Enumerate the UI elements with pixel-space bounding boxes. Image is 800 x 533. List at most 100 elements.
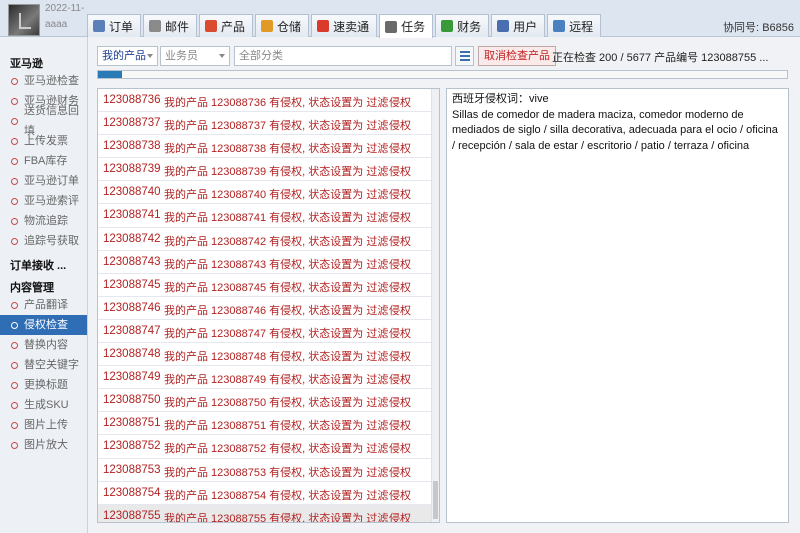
salesperson-select[interactable]: 业务员 bbox=[160, 46, 230, 66]
sidebar-group-amazon[interactable]: 亚马逊 bbox=[0, 51, 87, 71]
list-item[interactable]: 123088741 我的产品 123088741 有侵权, 状态设置为 过滤 侵权 bbox=[98, 204, 439, 228]
sidebar-item-label: 上传发票 bbox=[24, 135, 68, 147]
sidebar-item-label: 追踪号获取 bbox=[24, 235, 79, 247]
sidebar-item[interactable]: 亚马逊检查 bbox=[0, 71, 87, 91]
bullet-icon bbox=[11, 197, 18, 205]
header-date: 2022-11-16 bbox=[45, 3, 85, 14]
list-item[interactable]: 123088736 我的产品 123088736 有侵权, 状态设置为 过滤 侵权 bbox=[98, 89, 439, 113]
bullet-icon bbox=[11, 341, 18, 349]
result-message: 我的产品 123088752 有侵权, 状态设置为 过滤 bbox=[164, 443, 389, 456]
scroll-thumb[interactable] bbox=[433, 481, 438, 519]
sidebar-item[interactable]: 追踪号获取 bbox=[0, 231, 87, 251]
list-item[interactable]: 123088749 我的产品 123088749 有侵权, 状态设置为 过滤 侵权 bbox=[98, 366, 439, 390]
sidebar-item[interactable]: 侵权检查 bbox=[0, 315, 87, 335]
user-icon bbox=[497, 20, 510, 32]
list-item[interactable]: 123088747 我的产品 123088747 有侵权, 状态设置为 过滤 侵权 bbox=[98, 320, 439, 344]
tab-label: 仓储 bbox=[277, 19, 302, 34]
list-scrollbar[interactable] bbox=[431, 89, 439, 522]
tab-mail[interactable]: 邮件 bbox=[143, 14, 198, 37]
tab-label: 用户 bbox=[513, 19, 538, 34]
result-message: 我的产品 123088754 有侵权, 状态设置为 过滤 bbox=[164, 489, 389, 502]
result-message: 我的产品 123088755 有侵权, 状态设置为 过滤 bbox=[164, 512, 389, 523]
sidebar-item-label: 产品翻译 bbox=[24, 299, 68, 311]
bullet-icon bbox=[11, 117, 18, 125]
infringement-tag: 侵权 bbox=[389, 212, 411, 225]
tab-remote[interactable]: 远程 bbox=[547, 14, 602, 37]
list-item[interactable]: 123088745 我的产品 123088745 有侵权, 状态设置为 过滤 侵权 bbox=[98, 274, 439, 297]
sidebar-item[interactable]: 替换内容 bbox=[0, 335, 87, 355]
tab-label: 速卖通 bbox=[333, 19, 370, 34]
sidebar-item-label: 侵权检查 bbox=[24, 319, 68, 331]
product-id: 123088747 bbox=[103, 324, 161, 337]
infringing-word-title: 西班牙侵权词：vive bbox=[452, 93, 549, 105]
sidebar-item[interactable]: 产品翻译 bbox=[0, 295, 87, 315]
tab-aliexpress[interactable]: 速卖通 bbox=[311, 14, 378, 37]
result-message: 我的产品 123088743 有侵权, 状态设置为 过滤 bbox=[164, 258, 389, 271]
list-item[interactable]: 123088750 我的产品 123088750 有侵权, 状态设置为 过滤 侵权 bbox=[98, 389, 439, 413]
list-item[interactable]: 123088738 我的产品 123088738 有侵权, 状态设置为 过滤 侵权 bbox=[98, 135, 439, 159]
product-id: 123088740 bbox=[103, 186, 161, 199]
tab-finance[interactable]: 财务 bbox=[435, 14, 490, 37]
sidebar-item[interactable]: 送货信息回填 bbox=[0, 105, 87, 137]
sidebar-item-label: 物流追踪 bbox=[24, 215, 68, 227]
sidebar-item[interactable]: 生成SKU bbox=[0, 395, 87, 415]
product-select[interactable]: 我的产品 bbox=[97, 46, 158, 66]
bullet-icon bbox=[11, 401, 18, 409]
tab-label: 产品 bbox=[221, 19, 246, 34]
list-item[interactable]: 123088739 我的产品 123088739 有侵权, 状态设置为 过滤 侵权 bbox=[98, 158, 439, 182]
bullet-icon bbox=[11, 321, 18, 329]
sidebar-item[interactable]: 物流追踪 bbox=[0, 211, 87, 231]
sidebar-group-order-receive[interactable]: 订单接收 ... bbox=[0, 253, 87, 273]
list-item[interactable]: 123088748 我的产品 123088748 有侵权, 状态设置为 过滤 侵权 bbox=[98, 343, 439, 367]
list-item[interactable]: 123088752 我的产品 123088752 有侵权, 状态设置为 过滤 侵权 bbox=[98, 435, 439, 459]
detail-panel[interactable]: 西班牙侵权词：vive Sillas de comedor de madera … bbox=[446, 88, 789, 523]
sidebar-group-content[interactable]: 内容管理 bbox=[0, 275, 87, 295]
list-item[interactable]: 123088743 我的产品 123088743 有侵权, 状态设置为 过滤 侵权 bbox=[98, 251, 439, 274]
list-item[interactable]: 123088737 我的产品 123088737 有侵权, 状态设置为 过滤 侵权 bbox=[98, 112, 439, 136]
tab-user[interactable]: 用户 bbox=[491, 14, 546, 37]
product-id: 123088751 bbox=[103, 417, 161, 430]
sidebar-item[interactable]: FBA库存 bbox=[0, 151, 87, 171]
sidebar-item[interactable]: 更换标题 bbox=[0, 375, 87, 395]
sidebar: 亚马逊 亚马逊检查 亚马逊财务 送货信息回填 上传发票 FBA库存 亚马逊订单 亚马逊索评物… bbox=[0, 37, 88, 533]
product-id: 123088742 bbox=[103, 232, 161, 245]
sidebar-item[interactable]: 亚马逊索评 bbox=[0, 191, 87, 211]
list-icon-line bbox=[460, 55, 470, 57]
app-header: 2022-11-16 aaaa 订单 邮件 产品 仓储 速卖通 任务 财务 用户 远程 协同号:… bbox=[0, 0, 800, 38]
list-item[interactable]: 123088755 我的产品 123088755 有侵权, 状态设置为 过滤 侵权 bbox=[98, 504, 439, 523]
order-icon bbox=[93, 20, 105, 32]
infringement-tag: 侵权 bbox=[389, 351, 411, 364]
list-item[interactable]: 123088746 我的产品 123088746 有侵权, 状态设置为 过滤 侵权 bbox=[98, 297, 439, 320]
tab-label: 订单 bbox=[109, 19, 134, 34]
list-item[interactable]: 123088753 我的产品 123088753 有侵权, 状态设置为 过滤 侵权 bbox=[98, 459, 439, 482]
tab-warehouse[interactable]: 仓储 bbox=[255, 14, 310, 37]
infringement-tag: 侵权 bbox=[389, 327, 411, 340]
product-id: 123088750 bbox=[103, 394, 161, 407]
bullet-icon bbox=[11, 177, 18, 185]
chevron-down-icon bbox=[219, 54, 225, 58]
product-id: 123088748 bbox=[103, 348, 161, 361]
tab-order[interactable]: 订单 bbox=[87, 14, 142, 37]
avatar[interactable] bbox=[8, 4, 40, 36]
product-id: 123088741 bbox=[103, 209, 161, 222]
infringement-tag: 侵权 bbox=[389, 420, 411, 433]
product-id: 123088736 bbox=[103, 94, 161, 106]
sidebar-item[interactable]: 替空关键字 bbox=[0, 355, 87, 375]
category-select[interactable]: 全部分类 bbox=[234, 46, 452, 66]
list-item[interactable]: 123088740 我的产品 123088740 有侵权, 状态设置为 过滤 侵权 bbox=[98, 181, 439, 205]
cancel-check-button[interactable]: 取消检查产品 bbox=[478, 46, 556, 66]
list-item[interactable]: 123088742 我的产品 123088742 有侵权, 状态设置为 过滤 侵权 bbox=[98, 228, 439, 251]
sidebar-item-label: 亚马逊索评 bbox=[24, 195, 79, 207]
list-item[interactable]: 123088751 我的产品 123088751 有侵权, 状态设置为 过滤 侵权 bbox=[98, 412, 439, 436]
result-message: 我的产品 123088747 有侵权, 状态设置为 过滤 bbox=[164, 327, 389, 340]
result-message: 我的产品 123088740 有侵权, 状态设置为 过滤 bbox=[164, 189, 389, 202]
list-item[interactable]: 123088754 我的产品 123088754 有侵权, 状态设置为 过滤 侵权 bbox=[98, 482, 439, 505]
sidebar-item[interactable]: 图片上传 bbox=[0, 415, 87, 435]
sidebar-item[interactable]: 图片放大 bbox=[0, 435, 87, 455]
salesperson-placeholder: 业务员 bbox=[165, 50, 198, 62]
result-list[interactable]: 123088736 我的产品 123088736 有侵权, 状态设置为 过滤 侵权 1… bbox=[97, 88, 440, 523]
tab-task[interactable]: 任务 bbox=[379, 14, 434, 38]
sidebar-item[interactable]: 亚马逊订单 bbox=[0, 171, 87, 191]
list-view-button[interactable] bbox=[455, 46, 474, 66]
tab-product[interactable]: 产品 bbox=[199, 14, 254, 37]
